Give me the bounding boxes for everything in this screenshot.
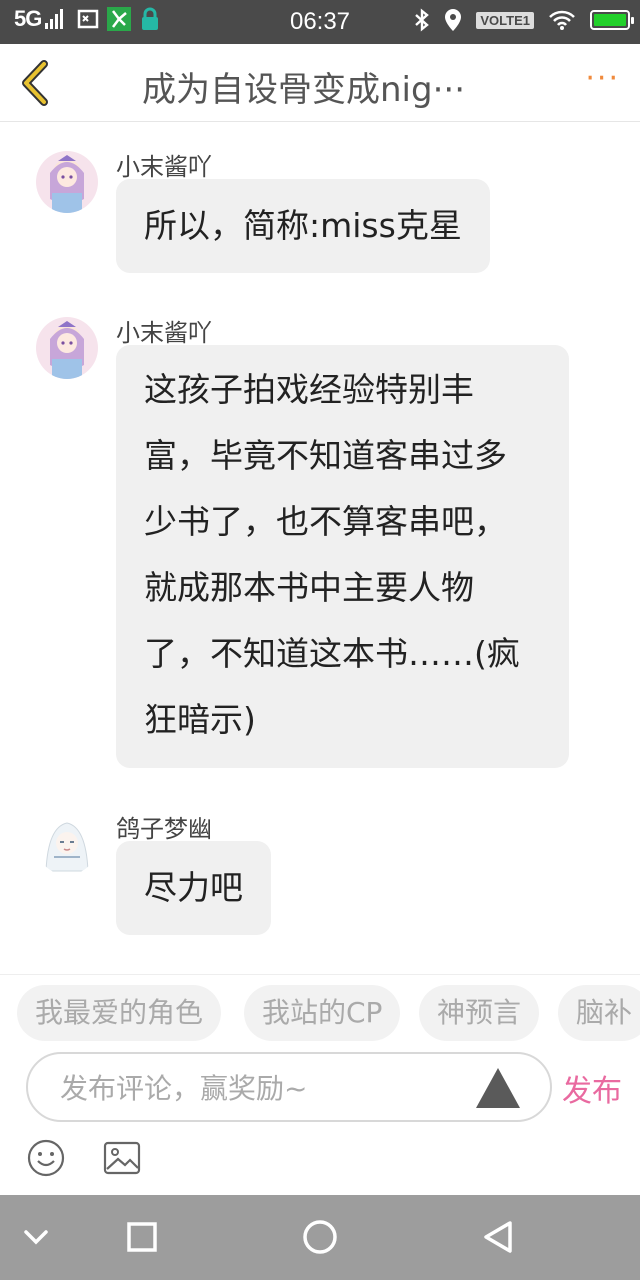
page-title: 成为自设骨变成nig··· bbox=[142, 70, 465, 110]
tag-chip[interactable]: 我站的CP bbox=[244, 985, 401, 1041]
chevron-left-icon[interactable] bbox=[14, 58, 58, 108]
quick-tags: 我最爱的角色 我站的CP 神预言 脑补 bbox=[0, 974, 640, 1054]
square-icon[interactable] bbox=[122, 1217, 162, 1257]
chat-list[interactable]: 小末酱吖 所以，简称:miss克星 小末酱吖 这孩子拍戏经验特别丰 富，毕竟不知… bbox=[0, 123, 640, 973]
avatar[interactable] bbox=[36, 151, 98, 213]
top-bar: 成为自设骨变成nig··· ··· bbox=[0, 44, 640, 122]
circle-icon[interactable] bbox=[300, 1217, 340, 1257]
avatar[interactable] bbox=[36, 317, 98, 379]
message-bubble[interactable]: 这孩子拍戏经验特别丰 富，毕竟不知道客串过多 少书了，也不算客串吧， 就成那本书… bbox=[116, 345, 569, 768]
location-icon bbox=[445, 9, 462, 31]
chevron-down-icon[interactable] bbox=[16, 1217, 56, 1257]
triangle-back-icon[interactable] bbox=[478, 1217, 518, 1257]
message-line: 了，不知道这本书……(疯 bbox=[144, 634, 520, 673]
wifi-icon bbox=[549, 10, 575, 30]
triangle-icon[interactable] bbox=[474, 1066, 522, 1110]
message-line: 富，毕竟不知道客串过多 bbox=[144, 436, 507, 475]
send-button[interactable]: 发布 bbox=[562, 1066, 622, 1110]
message-line: 少书了，也不算客串吧， bbox=[144, 502, 507, 541]
status-bar: 5G 06:37 VOLTE1 bbox=[0, 0, 640, 44]
author-name: 小末酱吖 bbox=[116, 319, 212, 347]
volte-badge: VOLTE1 bbox=[476, 11, 534, 29]
battery-icon bbox=[590, 10, 634, 30]
tag-chip[interactable]: 我最爱的角色 bbox=[17, 985, 222, 1041]
image-icon[interactable] bbox=[102, 1138, 142, 1178]
more-dots-icon[interactable]: ··· bbox=[585, 64, 620, 94]
comment-input[interactable] bbox=[60, 1066, 460, 1110]
author-name: 鸽子梦幽 bbox=[116, 815, 212, 843]
avatar[interactable] bbox=[36, 813, 98, 875]
comment-box bbox=[26, 1052, 552, 1122]
system-nav-bar bbox=[0, 1195, 640, 1280]
message-line: 狂暗示) bbox=[144, 700, 256, 739]
emoji-icon[interactable] bbox=[26, 1138, 66, 1178]
message-bubble[interactable]: 所以，简称:miss克星 bbox=[116, 179, 490, 273]
message-line: 就成那本书中主要人物 bbox=[144, 568, 474, 607]
tag-chip[interactable]: 脑补 bbox=[558, 985, 640, 1041]
bluetooth-icon bbox=[415, 8, 430, 32]
author-name: 小末酱吖 bbox=[116, 153, 212, 181]
message-bubble[interactable]: 尽力吧 bbox=[116, 841, 271, 935]
message-line: 这孩子拍戏经验特别丰 bbox=[144, 370, 474, 409]
tag-chip[interactable]: 神预言 bbox=[419, 985, 540, 1041]
